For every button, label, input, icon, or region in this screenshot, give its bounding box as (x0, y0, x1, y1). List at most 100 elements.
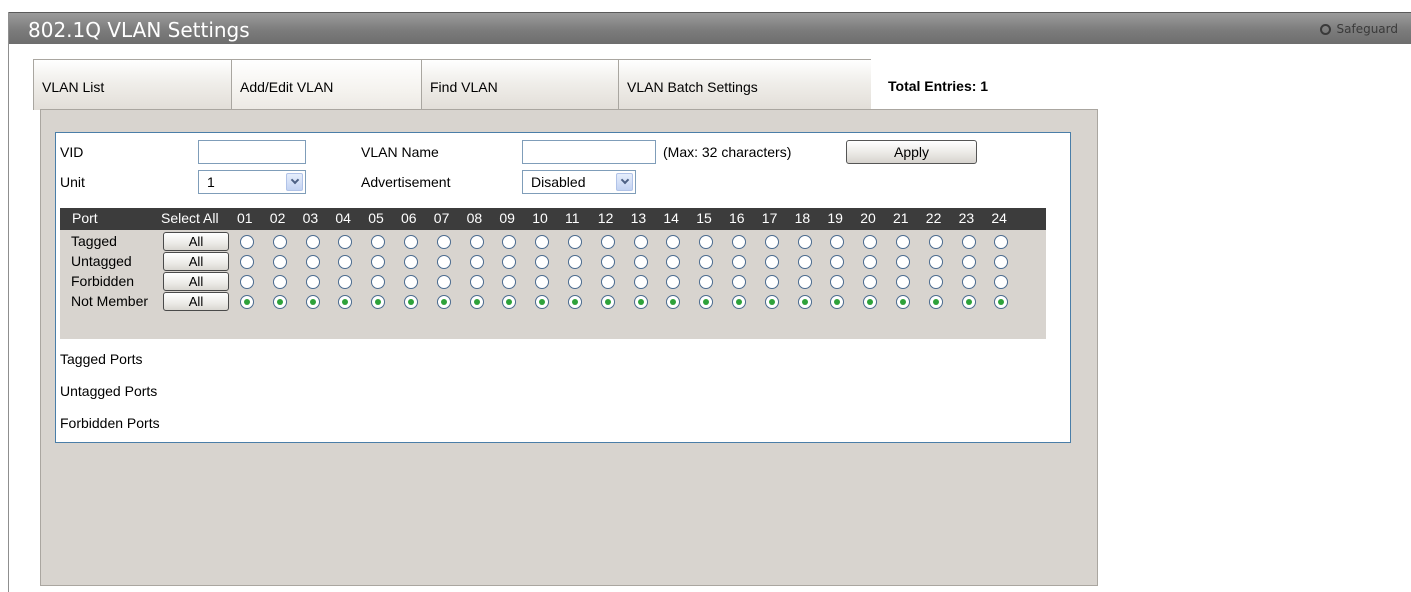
port-radio-not-member[interactable] (830, 295, 845, 309)
port-radio-not-member[interactable] (600, 295, 615, 309)
port-radio-tagged[interactable] (240, 235, 254, 249)
port-radio-not-member[interactable] (404, 295, 418, 309)
port-radio-tagged[interactable] (863, 235, 878, 249)
port-radio-untagged[interactable] (666, 255, 681, 269)
port-radio-untagged[interactable] (338, 255, 353, 269)
port-radio-forbidden[interactable] (830, 275, 845, 289)
port-radio-forbidden[interactable] (502, 275, 517, 289)
port-radio-forbidden[interactable] (436, 275, 451, 289)
port-radio-not-member[interactable] (535, 295, 550, 309)
port-radio-not-member[interactable] (928, 295, 943, 309)
port-radio-untagged[interactable] (896, 255, 910, 269)
port-radio-not-member[interactable] (502, 295, 517, 309)
port-radio-forbidden[interactable] (961, 275, 976, 289)
port-radio-not-member[interactable] (633, 295, 648, 309)
port-radio-untagged[interactable] (469, 255, 484, 269)
select-all-untagged-button[interactable]: All (163, 252, 229, 271)
select-all-tagged-button[interactable]: All (163, 232, 229, 251)
port-radio-tagged[interactable] (436, 235, 451, 249)
port-radio-forbidden[interactable] (994, 275, 1009, 289)
port-radio-forbidden[interactable] (600, 275, 615, 289)
port-radio-tagged[interactable] (371, 235, 386, 249)
port-radio-untagged[interactable] (994, 255, 1009, 269)
port-radio-tagged[interactable] (732, 235, 746, 249)
port-radio-forbidden[interactable] (797, 275, 812, 289)
port-radio-forbidden[interactable] (371, 275, 386, 289)
port-radio-tagged[interactable] (928, 235, 943, 249)
tab-add-edit-vlan[interactable]: Add/Edit VLAN (231, 59, 422, 110)
tab-vlan-batch-settings[interactable]: VLAN Batch Settings (618, 59, 872, 110)
port-radio-untagged[interactable] (305, 255, 320, 269)
port-radio-not-member[interactable] (863, 295, 878, 309)
port-radio-not-member[interactable] (732, 295, 746, 309)
port-radio-forbidden[interactable] (633, 275, 648, 289)
safeguard-button[interactable]: Safeguard (1319, 20, 1398, 38)
port-radio-tagged[interactable] (600, 235, 615, 249)
port-radio-forbidden[interactable] (666, 275, 681, 289)
tab-find-vlan[interactable]: Find VLAN (421, 59, 619, 110)
port-radio-forbidden[interactable] (305, 275, 320, 289)
port-radio-forbidden[interactable] (568, 275, 582, 289)
port-radio-tagged[interactable] (666, 235, 681, 249)
port-radio-untagged[interactable] (502, 255, 517, 269)
port-radio-tagged[interactable] (994, 235, 1009, 249)
port-radio-not-member[interactable] (469, 295, 484, 309)
port-radio-not-member[interactable] (436, 295, 451, 309)
port-radio-tagged[interactable] (633, 235, 648, 249)
port-radio-untagged[interactable] (240, 255, 254, 269)
port-radio-tagged[interactable] (568, 235, 582, 249)
port-radio-untagged[interactable] (764, 255, 779, 269)
port-radio-tagged[interactable] (404, 235, 418, 249)
port-radio-untagged[interactable] (568, 255, 582, 269)
port-radio-untagged[interactable] (272, 255, 287, 269)
port-radio-forbidden[interactable] (699, 275, 714, 289)
port-radio-not-member[interactable] (272, 295, 287, 309)
port-radio-tagged[interactable] (535, 235, 550, 249)
port-radio-forbidden[interactable] (896, 275, 910, 289)
port-radio-untagged[interactable] (371, 255, 386, 269)
port-radio-forbidden[interactable] (240, 275, 254, 289)
port-radio-not-member[interactable] (797, 295, 812, 309)
select-all-not-member-button[interactable]: All (163, 292, 229, 311)
apply-button[interactable]: Apply (846, 140, 977, 164)
port-radio-untagged[interactable] (961, 255, 976, 269)
port-radio-untagged[interactable] (699, 255, 714, 269)
port-radio-forbidden[interactable] (863, 275, 878, 289)
port-radio-not-member[interactable] (240, 295, 254, 309)
port-radio-untagged[interactable] (633, 255, 648, 269)
port-radio-untagged[interactable] (732, 255, 746, 269)
port-radio-forbidden[interactable] (404, 275, 418, 289)
port-radio-not-member[interactable] (371, 295, 386, 309)
port-radio-not-member[interactable] (338, 295, 353, 309)
port-radio-tagged[interactable] (272, 235, 287, 249)
unit-select[interactable]: 1 (198, 170, 306, 194)
vlan-name-input[interactable] (522, 140, 656, 164)
port-radio-forbidden[interactable] (732, 275, 746, 289)
port-radio-untagged[interactable] (404, 255, 418, 269)
port-radio-not-member[interactable] (305, 295, 320, 309)
port-radio-untagged[interactable] (600, 255, 615, 269)
port-radio-not-member[interactable] (666, 295, 681, 309)
advertisement-select[interactable]: Disabled (522, 170, 636, 194)
port-radio-not-member[interactable] (896, 295, 910, 309)
port-radio-untagged[interactable] (863, 255, 878, 269)
tab-vlan-list[interactable]: VLAN List (33, 59, 232, 110)
port-radio-tagged[interactable] (469, 235, 484, 249)
port-radio-forbidden[interactable] (535, 275, 550, 289)
port-radio-untagged[interactable] (436, 255, 451, 269)
port-radio-not-member[interactable] (764, 295, 779, 309)
port-radio-not-member[interactable] (994, 295, 1009, 309)
port-radio-untagged[interactable] (535, 255, 550, 269)
port-radio-tagged[interactable] (830, 235, 845, 249)
port-radio-tagged[interactable] (797, 235, 812, 249)
port-radio-untagged[interactable] (928, 255, 943, 269)
port-radio-forbidden[interactable] (928, 275, 943, 289)
port-radio-tagged[interactable] (338, 235, 353, 249)
select-all-forbidden-button[interactable]: All (163, 272, 229, 291)
port-radio-tagged[interactable] (502, 235, 517, 249)
port-radio-forbidden[interactable] (764, 275, 779, 289)
vid-input[interactable] (198, 140, 306, 164)
port-radio-not-member[interactable] (961, 295, 976, 309)
port-radio-forbidden[interactable] (272, 275, 287, 289)
port-radio-not-member[interactable] (568, 295, 582, 309)
